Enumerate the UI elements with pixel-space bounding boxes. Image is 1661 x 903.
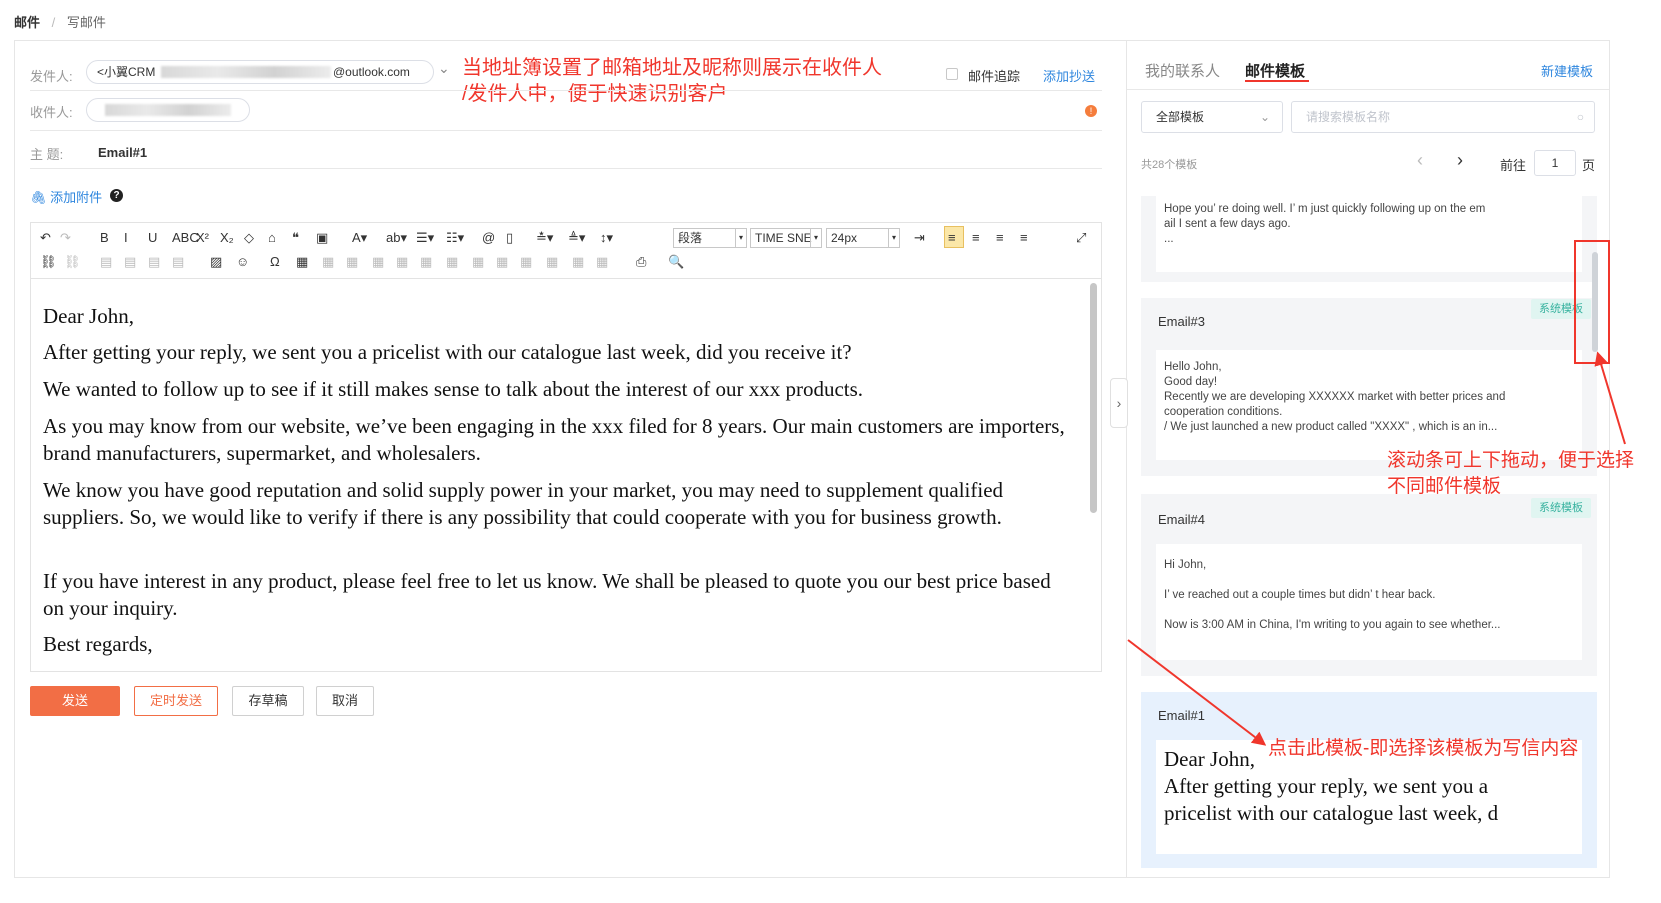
arrow-to-template — [1127, 639, 1267, 746]
arrow-to-scrollbar — [1594, 351, 1626, 445]
annotation-arrows — [1127, 351, 1626, 746]
